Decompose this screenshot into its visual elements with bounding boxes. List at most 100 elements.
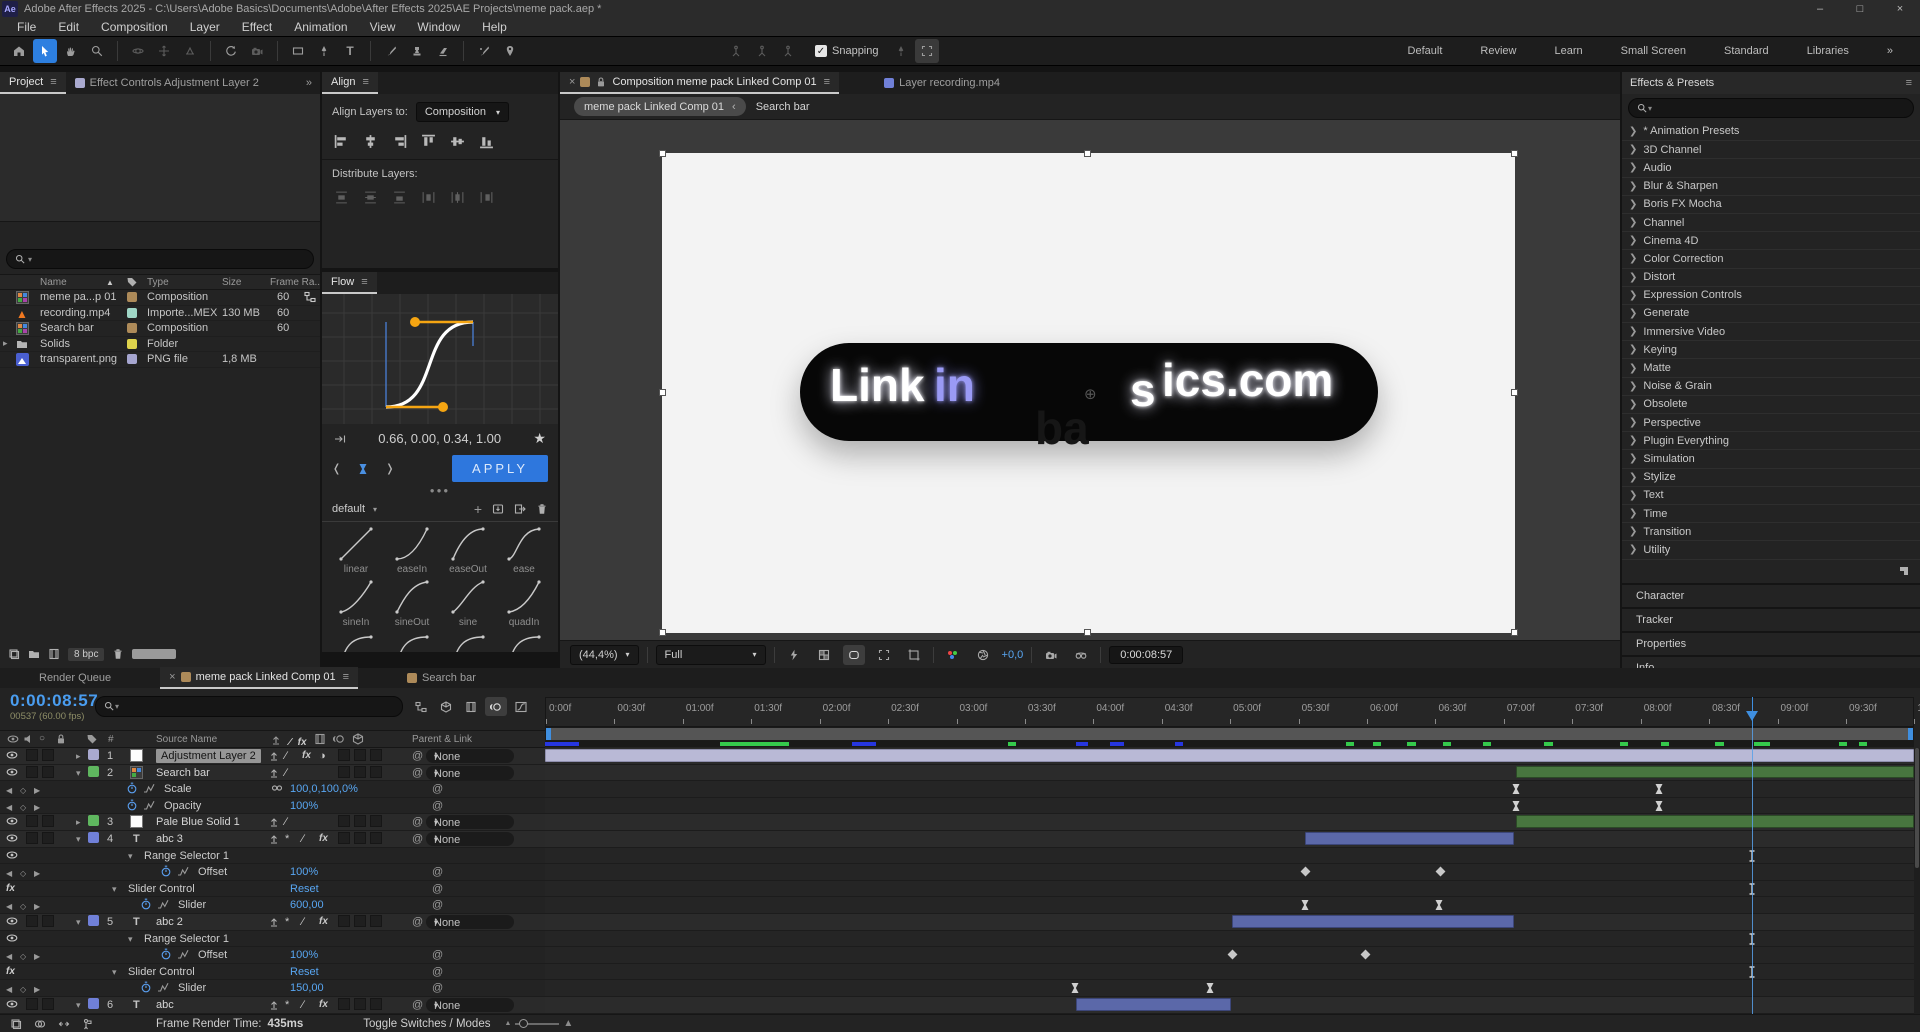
prev-keyframe-icon[interactable]: ◀ (6, 867, 12, 881)
project-row[interactable]: meme pa...p 01Composition60 (0, 290, 320, 306)
rotation-tool-icon[interactable] (219, 39, 243, 63)
property-name[interactable]: Opacity (164, 799, 201, 813)
label-color-swatch[interactable] (127, 308, 137, 318)
next-keyframe-icon[interactable]: ▶ (34, 867, 40, 881)
flow-preset-sineOut[interactable]: sineOut (384, 577, 440, 628)
selection-handle[interactable] (1084, 150, 1091, 157)
layer-row[interactable]: ▾2Search bar∕@None▾ (0, 765, 545, 782)
rectangle-tool-icon[interactable] (286, 39, 310, 63)
effects-switch-icon[interactable]: fx (319, 915, 328, 929)
distribute-left-icon[interactable] (421, 190, 436, 205)
blend-mode-icon[interactable]: ◑ (319, 749, 326, 763)
next-keyframe-icon[interactable]: ▶ (34, 801, 40, 815)
orbit-camera-tool-icon[interactable] (126, 39, 150, 63)
selection-handle[interactable] (659, 150, 666, 157)
workspace-learn[interactable]: Learn (1535, 45, 1601, 57)
ik-child-tool-icon[interactable] (750, 39, 774, 63)
effect-category[interactable]: ❯Cinema 4D (1622, 231, 1920, 249)
project-search-input[interactable]: ▾ (6, 249, 314, 269)
exposure-icon[interactable] (972, 645, 994, 665)
effect-category[interactable]: ❯Perspective (1622, 413, 1920, 431)
parent-pickwhip-icon[interactable]: @ (412, 832, 423, 846)
region-of-interest-icon[interactable] (873, 645, 895, 665)
color-depth-button[interactable]: 8 bpc (68, 648, 104, 661)
visibility-eye-icon[interactable] (6, 915, 18, 927)
project-item-name[interactable]: meme pa...p 01 (40, 291, 135, 303)
label-color-swatch[interactable] (127, 323, 137, 333)
property-row[interactable]: ◀◇▶Slider600,00@ (0, 897, 545, 914)
align-bottom-icon[interactable] (479, 134, 494, 149)
paste-bezier-icon[interactable] (334, 433, 346, 445)
graph-editor-icon[interactable] (510, 697, 532, 716)
tab-layer-viewer[interactable]: Layer recording.mp4 (875, 72, 1009, 94)
visibility-eye-icon[interactable] (6, 932, 18, 944)
next-keyframe-icon[interactable]: ▶ (34, 784, 40, 798)
effect-category[interactable]: ❯Time (1622, 504, 1920, 522)
menu-animation[interactable]: Animation (283, 20, 358, 34)
puppet-pin-tool-icon[interactable] (498, 39, 522, 63)
flow-preset-linear[interactable]: linear (328, 524, 384, 575)
exposure-value[interactable]: +0,0 (1002, 649, 1024, 661)
keyframe-ease-icon[interactable] (1653, 783, 1665, 795)
snapping-toggle[interactable]: ✓ Snapping (815, 45, 879, 57)
toggle-blend-modes-icon[interactable] (34, 1018, 46, 1030)
property-value[interactable]: 150,00 (290, 981, 324, 995)
mask-visibility-icon[interactable] (843, 645, 865, 665)
group-expander-icon[interactable]: ▾ (112, 882, 117, 896)
project-item-name[interactable]: recording.mp4 (40, 307, 135, 319)
align-left-icon[interactable] (334, 134, 349, 149)
timeline-zoom-control[interactable]: ▲ ▲ (504, 1018, 573, 1029)
project-item-name[interactable]: transparent.png (40, 353, 135, 365)
selection-handle[interactable] (1511, 629, 1518, 636)
project-scrollbar-thumb[interactable] (132, 649, 176, 659)
layer-row[interactable]: ▸1Adjustment Layer 2∕fx◑@None▾ (0, 748, 545, 765)
distribute-center-horizontal-icon[interactable] (450, 190, 465, 205)
property-value[interactable]: 100% (290, 865, 318, 879)
per-character-3d-icon[interactable]: * (285, 832, 289, 846)
new-folder-icon[interactable] (28, 648, 40, 660)
menu-help[interactable]: Help (471, 20, 518, 34)
layer-expander-icon[interactable]: ▸ (76, 749, 81, 763)
flow-preset-partial[interactable] (496, 632, 552, 652)
layer-label-swatch[interactable] (88, 749, 99, 760)
property-row[interactable]: fx▾Slider ControlReset@ (0, 881, 545, 898)
align-target-dropdown[interactable]: Composition ▾ (416, 102, 509, 122)
index-column-label[interactable]: # (108, 734, 114, 745)
flow-preset-quadIn[interactable]: quadIn (496, 577, 552, 628)
track-row[interactable] (545, 947, 1914, 964)
property-value[interactable]: 600,00 (290, 898, 324, 912)
visibility-eye-icon[interactable] (6, 849, 18, 861)
project-row[interactable]: Search barComposition60 (0, 321, 320, 337)
panel-menu-icon[interactable]: ≡ (824, 76, 830, 88)
layer-label-swatch[interactable] (88, 915, 99, 926)
effect-category[interactable]: ❯Distort (1622, 268, 1920, 286)
property-group-name[interactable]: Range Selector 1 (144, 849, 229, 863)
effect-category[interactable]: ❯Plugin Everything (1622, 431, 1920, 449)
project-row[interactable]: ▲recording.mp4Importe...MEX130 MB60 (0, 306, 320, 322)
layer-expander-icon[interactable]: ▾ (76, 832, 81, 846)
effect-category[interactable]: ❯Generate (1622, 304, 1920, 322)
stopwatch-icon[interactable] (140, 898, 152, 910)
timeline-zoom-slider[interactable] (515, 1023, 559, 1025)
current-time-display[interactable]: 0:00:08:57 (10, 691, 98, 711)
panel-menu-icon[interactable]: ≡ (50, 76, 56, 88)
export-preset-icon[interactable] (514, 501, 526, 517)
canvas-text-ba[interactable]: ba (1035, 401, 1089, 455)
snapping-checkbox-icon[interactable]: ✓ (815, 45, 827, 57)
project-row[interactable]: ▸SolidsFolder (0, 337, 320, 353)
playhead[interactable] (1746, 697, 1759, 727)
parent-pickwhip-icon[interactable]: @ (412, 766, 423, 780)
collapse-transformations-icon[interactable] (268, 998, 280, 1010)
property-pickwhip-icon[interactable]: @ (432, 898, 443, 912)
pen-tool-icon[interactable] (312, 39, 336, 63)
value-graph-icon[interactable] (143, 799, 155, 811)
layer-name[interactable]: abc (156, 998, 174, 1012)
value-graph-icon[interactable] (177, 948, 189, 960)
property-name[interactable]: Offset (198, 865, 227, 879)
quality-switch-icon[interactable]: ∕ (285, 749, 287, 763)
show-snapshot-icon[interactable] (1070, 645, 1092, 665)
layer-duration-bar[interactable] (1076, 998, 1231, 1011)
composition-canvas[interactable]: Link in ba s ics.com ⊕ (662, 153, 1515, 633)
layer-row[interactable]: ▾5Tabc 2*∕fx@None▾ (0, 914, 545, 931)
quality-switch-icon[interactable]: ∕ (302, 832, 304, 846)
